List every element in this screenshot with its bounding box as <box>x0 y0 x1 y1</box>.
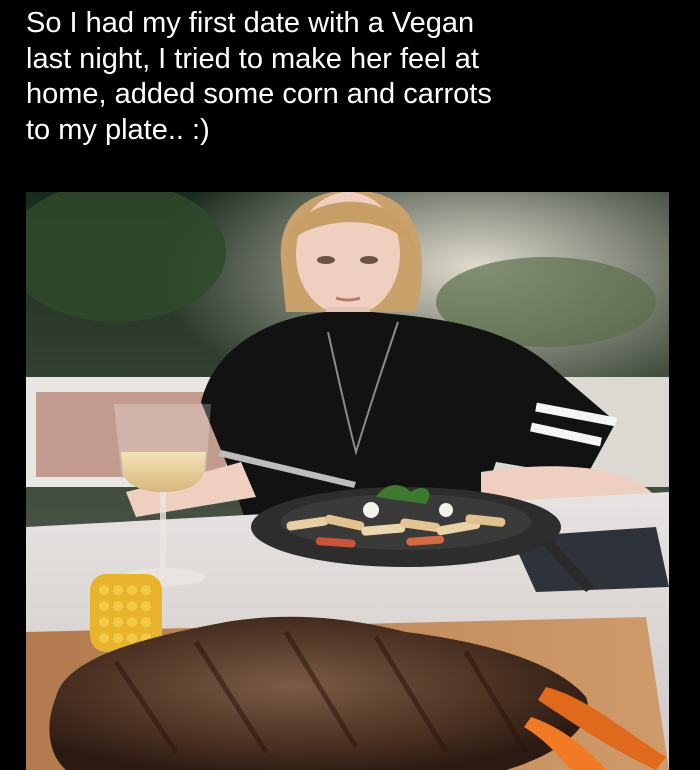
dinner-photo <box>26 192 669 770</box>
caption-text: So I had my first date with a Vegan last… <box>26 7 492 146</box>
meme-post: So I had my first date with a Vegan last… <box>0 0 700 770</box>
eye-right <box>360 256 378 264</box>
eye-left <box>317 256 335 264</box>
